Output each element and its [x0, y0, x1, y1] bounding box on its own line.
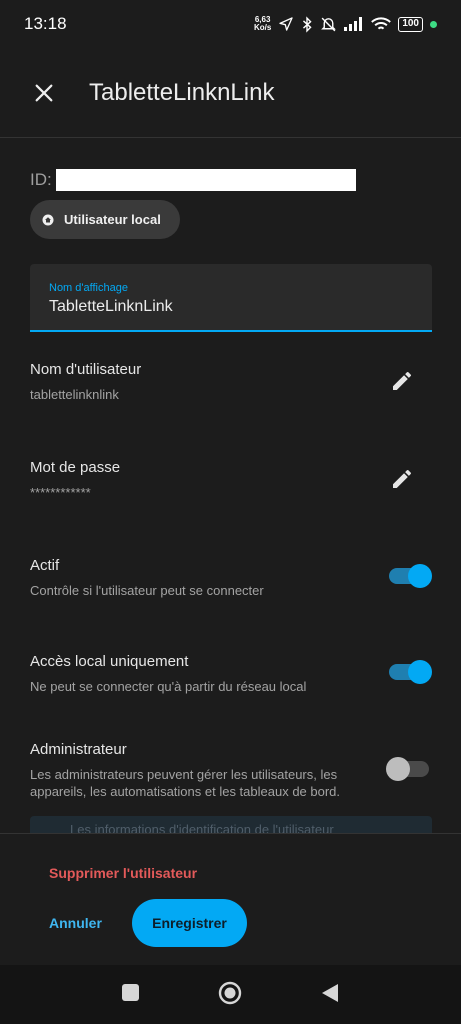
local-only-description: Ne peut se connecter qu'à partir du rése… — [30, 679, 307, 694]
edit-icon[interactable] — [390, 369, 414, 393]
username-row: Nom d'utilisateur tablettelinknlink — [30, 361, 432, 403]
status-icons: 6,63 Ko/s 100 — [254, 16, 437, 33]
admin-description: Les administrateurs peuvent gérer les ut… — [30, 767, 341, 799]
privacy-indicator-dot — [430, 20, 437, 28]
id-label: ID: — [30, 170, 52, 189]
id-value — [55, 169, 356, 191]
dialog-title: TabletteLinknLink — [89, 78, 275, 106]
battery-icon: 100 — [398, 16, 423, 32]
password-row: Mot de passe ************ — [30, 459, 432, 501]
edit-icon[interactable] — [390, 467, 414, 491]
dialog-header: TabletteLinknLink — [0, 48, 461, 138]
display-name-input[interactable] — [49, 298, 419, 316]
save-button[interactable]: Enregistrer — [132, 899, 247, 947]
password-title: Mot de passe — [30, 459, 121, 476]
local-only-title: Accès local uniquement — [30, 653, 189, 670]
recents-icon[interactable] — [121, 983, 140, 1002]
location-icon — [279, 17, 293, 31]
display-name-field[interactable]: Nom d'affichage — [30, 264, 432, 332]
active-description: Contrôle si l'utilisateur peut se connec… — [30, 583, 264, 598]
active-title: Actif — [30, 557, 60, 574]
home-button-icon[interactable] — [218, 981, 242, 1005]
close-icon[interactable] — [33, 82, 55, 104]
id-row: ID: — [30, 169, 356, 191]
username-value: tablettelinknlink — [30, 387, 119, 402]
info-banner: Les informations d'identification de l'u… — [30, 816, 432, 833]
network-speed: 6,63 Ko/s — [254, 16, 271, 32]
active-toggle[interactable] — [386, 564, 432, 588]
system-nav-bar — [0, 965, 461, 1024]
display-name-label: Nom d'affichage — [49, 282, 128, 294]
admin-title: Administrateur — [30, 741, 127, 758]
local-user-chip: Utilisateur local — [30, 200, 180, 239]
admin-row: Administrateur Les administrateurs peuve… — [30, 741, 432, 800]
status-time: 13:18 — [24, 14, 67, 33]
status-bar: 13:18 6,63 Ko/s 100 — [0, 0, 461, 48]
mute-icon — [321, 17, 337, 31]
username-title: Nom d'utilisateur — [30, 361, 142, 378]
wifi-icon — [371, 16, 392, 29]
back-icon[interactable] — [321, 983, 339, 1003]
dialog-footer: Supprimer l'utilisateur Annuler Enregist… — [0, 833, 461, 964]
admin-toggle[interactable] — [386, 757, 432, 781]
bluetooth-icon — [303, 15, 312, 33]
delete-user-button[interactable]: Supprimer l'utilisateur — [49, 865, 197, 881]
signal-icon — [344, 17, 363, 31]
local-only-row: Accès local uniquement Ne peut se connec… — [30, 653, 432, 695]
dialog-content[interactable]: ID: Utilisateur local Nom d'affichage No… — [0, 139, 461, 833]
password-value: ************ — [30, 485, 91, 500]
info-banner-text: Les informations d'identification de l'u… — [70, 822, 334, 833]
local-only-toggle[interactable] — [386, 660, 432, 684]
home-icon — [42, 214, 54, 225]
cancel-button[interactable]: Annuler — [49, 915, 102, 931]
active-row: Actif Contrôle si l'utilisateur peut se … — [30, 557, 432, 599]
network-speed-unit: Ko/s — [253, 23, 272, 32]
chip-label: Utilisateur local — [64, 212, 161, 227]
